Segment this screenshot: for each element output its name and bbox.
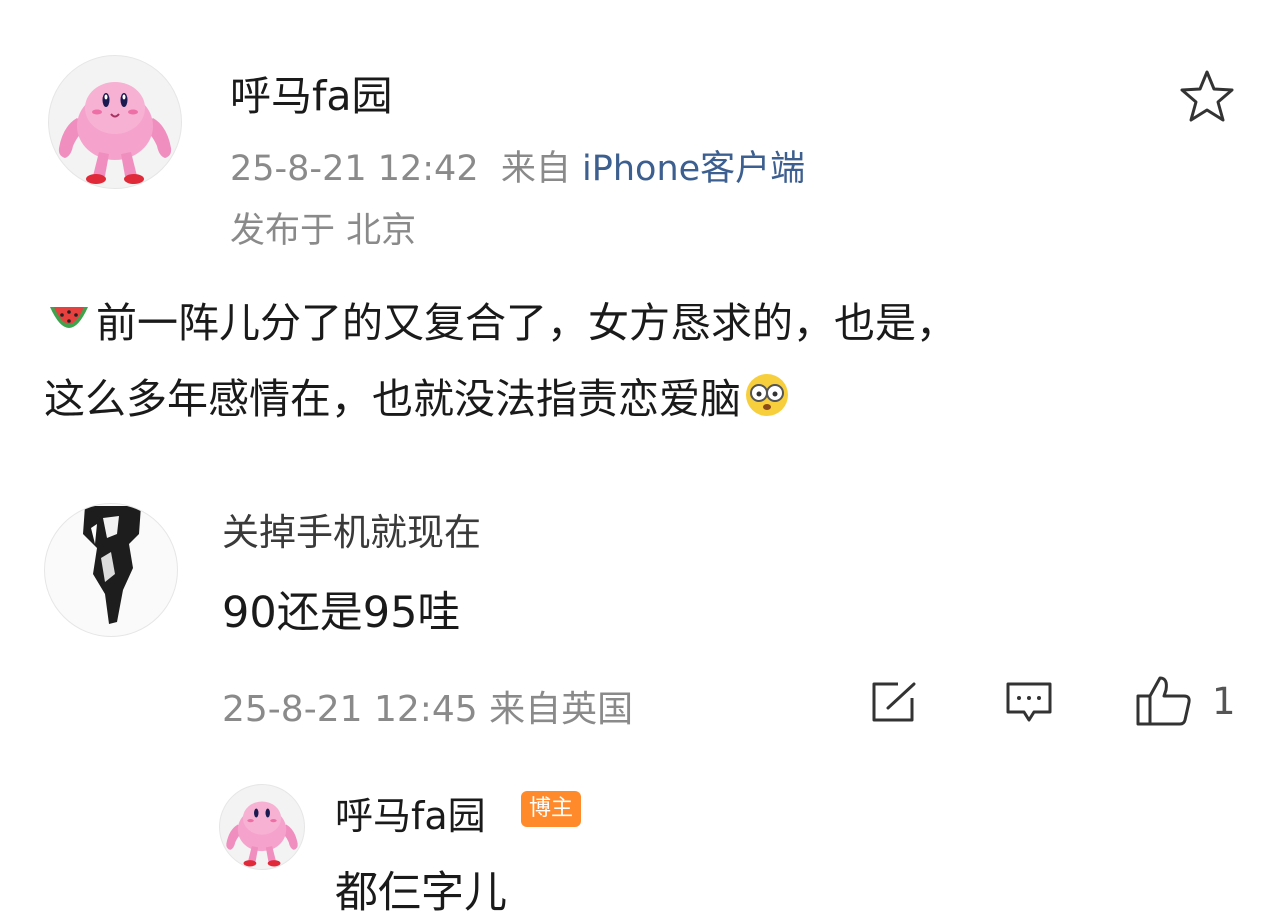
post-author-name[interactable]: 呼马fa园 (230, 62, 393, 122)
watermelon-emoji-icon (46, 294, 92, 364)
reply-author-name[interactable]: 呼马fa园 (335, 785, 486, 840)
comment-author-avatar[interactable] (44, 503, 178, 637)
thumbs-up-icon[interactable] (1134, 674, 1194, 728)
post-meta: 25-8-21 12:42 来自 iPhone客户端 (230, 140, 805, 191)
post-body-line1: 前一阵儿分了的又复合了，女方恳求的，也是， (96, 299, 957, 347)
post-source-prefix: 来自 (500, 149, 571, 189)
comment-reply-icon[interactable] (1004, 680, 1054, 726)
shocked-glasses-emoji-icon (743, 370, 791, 440)
comment-text: 90还是95哇 (222, 588, 461, 638)
reply-author-avatar[interactable] (219, 784, 305, 870)
star-icon[interactable] (1178, 68, 1236, 126)
post-body-line2: 这么多年感情在，也就没法指责恋爱脑 (44, 375, 741, 423)
comment-meta: 25-8-21 12:45 来自英国 (222, 680, 633, 732)
post-timestamp: 25-8-21 12:42 (230, 149, 479, 189)
post-source-link[interactable]: iPhone客户端 (582, 149, 805, 189)
post-location: 发布于 北京 (230, 211, 417, 251)
comment-author-name[interactable]: 关掉手机就现在 (222, 502, 481, 556)
author-badge: 博主 (521, 791, 582, 827)
post-body: 前一阵儿分了的又复合了，女方恳求的，也是， 这么多年感情在，也就没法指责恋爱脑 (44, 288, 1244, 440)
reply-text: 都仨字儿 (335, 868, 507, 918)
pink-muscle-character-icon (58, 82, 172, 184)
like-count: 1 (1212, 680, 1236, 723)
pink-muscle-character-icon (226, 801, 298, 867)
comment-source: 来自英国 (489, 689, 634, 730)
post-author-avatar[interactable] (48, 55, 182, 189)
comment-timestamp: 25-8-21 12:45 (222, 689, 478, 730)
black-white-figure-icon (83, 506, 141, 624)
share-edit-icon[interactable] (870, 680, 918, 724)
